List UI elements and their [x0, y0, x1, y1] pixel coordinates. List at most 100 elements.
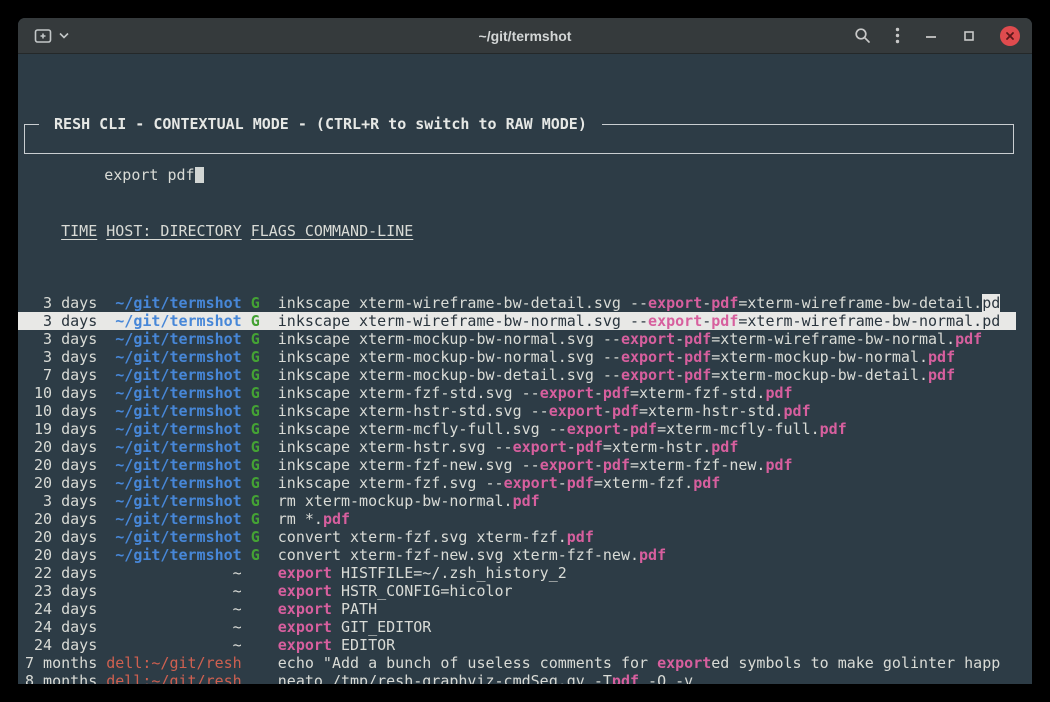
history-row[interactable]: 10 days~/git/termshotGinkscape xterm-fzf…: [18, 384, 1016, 402]
entry-flags: G: [251, 492, 260, 510]
history-row[interactable]: 19 days~/git/termshotGinkscape xterm-mcf…: [18, 420, 1016, 438]
entry-time: 8 months: [25, 672, 97, 684]
history-row[interactable]: 7 monthsdell:~/git/reshecho "Add a bunch…: [18, 654, 1016, 672]
entry-command: inkscape xterm-fzf.svg --export-pdf=xter…: [278, 474, 721, 492]
entry-command: inkscape xterm-mcfly-full.svg --export-p…: [278, 420, 847, 438]
truncated-match-highlight: pd: [982, 294, 1000, 312]
history-row[interactable]: 20 days~/git/termshotGrm *.pdf: [18, 510, 1016, 528]
history-row[interactable]: 23 days~export HSTR_CONFIG=hicolor: [18, 582, 1016, 600]
history-row[interactable]: 10 days~/git/termshotGinkscape xterm-hst…: [18, 402, 1016, 420]
entry-time: 3 days: [25, 312, 97, 330]
entry-time: 10 days: [25, 402, 97, 420]
history-row[interactable]: 7 days~/git/termshotGinkscape xterm-mock…: [18, 366, 1016, 384]
search-icon: [854, 27, 871, 44]
new-terminal-button[interactable]: [32, 26, 71, 46]
match-highlight: export: [278, 564, 332, 582]
history-row[interactable]: 3 days~/git/termshotGinkscape xterm-wire…: [18, 312, 1016, 330]
header-time: TIME: [61, 222, 97, 240]
entry-host: dell:~/git/resh: [106, 654, 241, 672]
match-highlight: pdf: [928, 366, 955, 384]
new-terminal-icon: [34, 28, 54, 44]
history-row[interactable]: 20 days~/git/termshotGconvert xterm-fzf.…: [18, 528, 1016, 546]
entry-flags: [251, 564, 260, 582]
entry-command: export HSTR_CONFIG=hicolor: [278, 582, 513, 600]
titlebar[interactable]: ~/git/termshot: [18, 18, 1032, 54]
entry-time: 20 days: [25, 528, 97, 546]
entry-time: 20 days: [25, 546, 97, 564]
match-highlight: export: [621, 366, 675, 384]
entry-time: 20 days: [25, 474, 97, 492]
history-list: 3 days ~/git/termshot Ginkscape xterm-wire…: [18, 294, 1016, 684]
entry-flags: G: [251, 474, 260, 492]
history-row[interactable]: 22 days~export HISTFILE=~/.zsh_history_2: [18, 564, 1016, 582]
entry-time: 24 days: [25, 600, 97, 618]
match-highlight: pdf: [820, 420, 847, 438]
match-highlight: pdf: [711, 312, 738, 330]
close-icon: [1000, 26, 1020, 46]
history-row[interactable]: 20 days~/git/termshotGinkscape xterm-hst…: [18, 438, 1016, 456]
history-row[interactable]: 3 days~/git/termshotGinkscape xterm-mock…: [18, 330, 1016, 348]
menu-button[interactable]: [895, 27, 900, 44]
entry-time: 24 days: [25, 618, 97, 636]
history-row[interactable]: 20 days~/git/termshotGinkscape xterm-fzf…: [18, 456, 1016, 474]
entry-command: inkscape xterm-wireframe-bw-detail.svg -…: [278, 294, 1000, 312]
match-highlight: export: [504, 474, 558, 492]
history-row[interactable]: 24 days~export PATH: [18, 600, 1016, 618]
search-button[interactable]: [854, 27, 871, 44]
match-highlight: export: [621, 330, 675, 348]
search-input[interactable]: export pdf: [104, 166, 194, 184]
match-highlight: pdf: [765, 384, 792, 402]
match-highlight: pdf: [603, 456, 630, 474]
match-highlight: pdf: [784, 402, 811, 420]
entry-host: ~/git/termshot: [106, 312, 241, 330]
match-highlight: pdf: [684, 366, 711, 384]
match-highlight: pdf: [630, 420, 657, 438]
kebab-menu-icon: [895, 27, 900, 44]
match-highlight: pdf: [612, 402, 639, 420]
history-row[interactable]: 24 days~export EDITOR: [18, 636, 1016, 654]
entry-flags: G: [251, 312, 260, 330]
history-row[interactable]: 3 days~/git/termshotGinkscape xterm-mock…: [18, 348, 1016, 366]
history-row[interactable]: 20 days~/git/termshotGinkscape xterm-fzf…: [18, 474, 1016, 492]
history-row[interactable]: 24 days~export GIT_EDITOR: [18, 618, 1016, 636]
entry-host: ~/git/termshot: [106, 348, 241, 366]
entry-command: inkscape xterm-fzf-new.svg --export-pdf=…: [278, 456, 793, 474]
history-row[interactable]: 3 days~/git/termshotGrm xterm-mockup-bw-…: [18, 492, 1016, 510]
entry-time: 3 days: [25, 294, 97, 312]
entry-time: 3 days: [25, 492, 97, 510]
entry-host: ~: [106, 618, 241, 636]
entry-time: 10 days: [25, 384, 97, 402]
terminal-window: ~/git/termshot: [18, 18, 1032, 684]
entry-flags: G: [251, 384, 260, 402]
entry-time: 20 days: [25, 510, 97, 528]
entry-host: ~: [106, 564, 241, 582]
search-box[interactable]: RESH CLI - CONTEXTUAL MODE - (CTRL+R to …: [24, 124, 1014, 154]
list-header: TIME HOST: DIRECTORY FLAGS COMMAND-LINE: [18, 222, 1016, 240]
match-highlight: pdf: [323, 510, 350, 528]
minimize-button[interactable]: [924, 29, 938, 43]
match-highlight: export: [648, 312, 702, 330]
restore-button[interactable]: [962, 29, 976, 43]
entry-time: 22 days: [25, 564, 97, 582]
desktop-background: ~/git/termshot: [0, 0, 1050, 702]
entry-command: convert xterm-fzf-new.svg xterm-fzf-new.…: [278, 546, 666, 564]
match-highlight: export: [549, 402, 603, 420]
entry-host: ~/git/termshot: [106, 492, 241, 510]
history-row[interactable]: 3 days~/git/termshotGinkscape xterm-wire…: [18, 294, 1016, 312]
match-highlight: pdf: [711, 294, 738, 312]
entry-host: ~/git/termshot: [106, 510, 241, 528]
dropdown-caret-icon: [59, 32, 69, 39]
entry-host: ~: [106, 582, 241, 600]
entry-host: ~/git/termshot: [106, 528, 241, 546]
match-highlight: export: [278, 600, 332, 618]
entry-time: 3 days: [25, 348, 97, 366]
restore-icon: [962, 29, 976, 43]
match-highlight: pdf: [513, 492, 540, 510]
entry-command: inkscape xterm-hstr-std.svg --export-pdf…: [278, 402, 811, 420]
entry-command: neato /tmp/resh-graphviz-cmdSeq.gv -Tpdf…: [278, 672, 693, 684]
history-row[interactable]: 8 monthsdell:~/git/reshneato /tmp/resh-g…: [18, 672, 1016, 684]
entry-flags: [251, 654, 260, 672]
close-button[interactable]: [1000, 26, 1020, 46]
history-row[interactable]: 20 days~/git/termshotGconvert xterm-fzf-…: [18, 546, 1016, 564]
match-highlight: export: [278, 636, 332, 654]
